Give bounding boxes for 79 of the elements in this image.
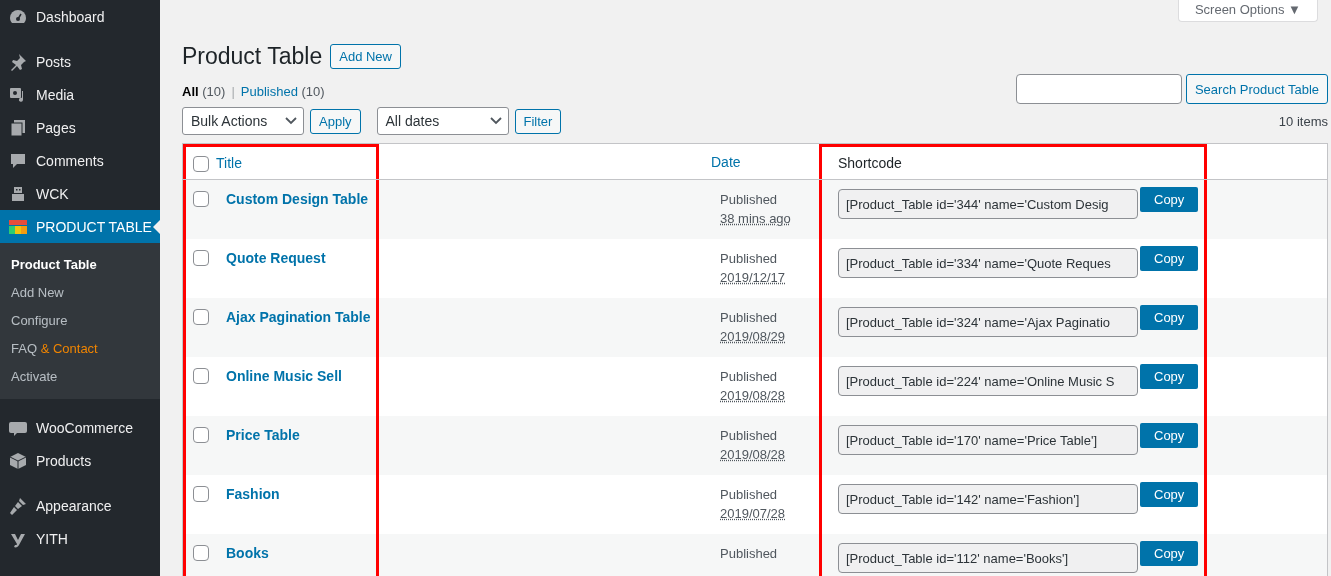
sidebar-item[interactable]: Media — [0, 78, 160, 111]
post-status: Published — [720, 427, 778, 445]
post-status: Published — [720, 545, 778, 563]
search-field[interactable] — [1015, 74, 1182, 104]
sidebar-item[interactable]: PRODUCT TABLE — [0, 210, 160, 243]
row-checkbox[interactable] — [193, 250, 209, 266]
sidebar-item[interactable]: Comments — [0, 144, 160, 177]
view-filter-link[interactable]: Published (10) — [240, 84, 325, 99]
shortcode-column-header: Shortcode — [838, 155, 902, 171]
post-date: 2019/08/28 — [720, 446, 786, 464]
shortcode-field[interactable]: [Product_Table id='142' name='Fashion'] — [838, 484, 1138, 514]
date-column-header[interactable]: Date — [711, 153, 741, 170]
submenu-item[interactable]: Configure — [0, 307, 160, 335]
filter-button[interactable]: Filter — [514, 108, 562, 134]
row-checkbox[interactable] — [193, 191, 209, 207]
shortcode-field[interactable]: [Product_Table id='344' name='Custom Desig — [838, 189, 1138, 219]
shortcode-field[interactable]: [Product_Table id='112' name='Books'] — [838, 543, 1138, 573]
pages-icon — [8, 117, 28, 138]
sidebar-item[interactable]: Dashboard — [0, 0, 160, 33]
search-button[interactable]: Search Product Table — [1185, 74, 1328, 104]
copy-button[interactable]: Copy — [1140, 187, 1199, 212]
post-date: 2019/08/28 — [720, 387, 786, 405]
table-title-link[interactable]: Books — [216, 545, 269, 561]
post-status: Published — [720, 368, 778, 386]
dates-dropdown[interactable]: All dates — [376, 107, 509, 135]
sidebar-item[interactable]: YITH — [0, 522, 160, 555]
copy-button[interactable]: Copy — [1140, 364, 1199, 389]
post-status: Published — [720, 309, 778, 327]
shortcode-field[interactable]: [Product_Table id='170' name='Price Table'] — [838, 425, 1138, 455]
copy-button[interactable]: Copy — [1140, 246, 1199, 271]
table-title-link[interactable]: Price Table — [216, 427, 300, 443]
sidebar-item[interactable]: Appearance — [0, 489, 160, 522]
table-title-link[interactable]: Custom Design Table — [216, 191, 369, 207]
select-all-checkbox[interactable] — [193, 155, 209, 172]
shortcode-field[interactable]: [Product_Table id='224' name='Online Music S — [838, 366, 1138, 396]
copy-button[interactable]: Copy — [1140, 305, 1199, 330]
shortcode-field[interactable]: [Product_Table id='334' name='Quote Reques — [838, 248, 1138, 278]
row-checkbox[interactable] — [193, 545, 209, 561]
post-date: 2019/08/29 — [720, 328, 786, 346]
sidebar-item[interactable]: Pages — [0, 111, 160, 144]
table-title-link[interactable]: Quote Request — [216, 250, 326, 266]
row-checkbox[interactable] — [193, 427, 209, 443]
sidebar-item[interactable]: WCK — [0, 177, 160, 210]
apply-button[interactable]: Apply — [310, 108, 361, 134]
post-status: Published — [720, 191, 778, 209]
submenu-item[interactable]: Activate — [0, 363, 160, 391]
post-date: 38 mins ago — [720, 210, 791, 228]
sidebar-item[interactable]: Products — [0, 444, 160, 477]
table-title-link[interactable]: Ajax Pagination Table — [216, 309, 371, 325]
submenu-item[interactable]: Product Table — [0, 251, 160, 279]
box-icon — [8, 450, 28, 471]
copy-button[interactable]: Copy — [1140, 541, 1199, 566]
view-separator: | — [231, 84, 235, 99]
title-column-header[interactable]: Title — [216, 155, 242, 171]
brush-icon — [8, 495, 28, 516]
copy-button[interactable]: Copy — [1140, 423, 1199, 448]
post-status: Published — [720, 486, 778, 504]
bulk-actions-dropdown[interactable]: Bulk Actions — [182, 107, 304, 135]
post-date: 2019/07/28 — [720, 505, 786, 523]
table-title-link[interactable]: Online Music Sell — [216, 368, 342, 384]
post-date: 2019/12/17 — [720, 269, 786, 287]
row-checkbox[interactable] — [193, 309, 209, 325]
submenu-item[interactable]: Add New — [0, 279, 160, 307]
items-count: 10 items — [1278, 113, 1328, 129]
sidebar-item[interactable]: WooCommerce — [0, 411, 160, 444]
sidebar-item[interactable]: Posts — [0, 45, 160, 78]
post-status: Published — [720, 250, 778, 268]
chevron-down-icon — [285, 117, 297, 125]
submenu-item[interactable]: FAQ & Contact — [0, 335, 160, 363]
row-checkbox[interactable] — [193, 486, 209, 502]
page-title: Product Table — [182, 43, 323, 70]
chevron-down-icon — [489, 117, 502, 125]
shortcode-field[interactable]: [Product_Table id='324' name='Ajax Paginatio — [838, 307, 1138, 337]
view-filter-link[interactable]: All (10) — [182, 84, 226, 99]
copy-button[interactable]: Copy — [1140, 482, 1199, 507]
row-checkbox[interactable] — [193, 368, 209, 384]
screen-options-button[interactable]: Screen Options ▼ — [1177, 0, 1318, 22]
add-new-button[interactable]: Add New — [330, 44, 401, 69]
table-title-link[interactable]: Fashion — [216, 486, 280, 502]
